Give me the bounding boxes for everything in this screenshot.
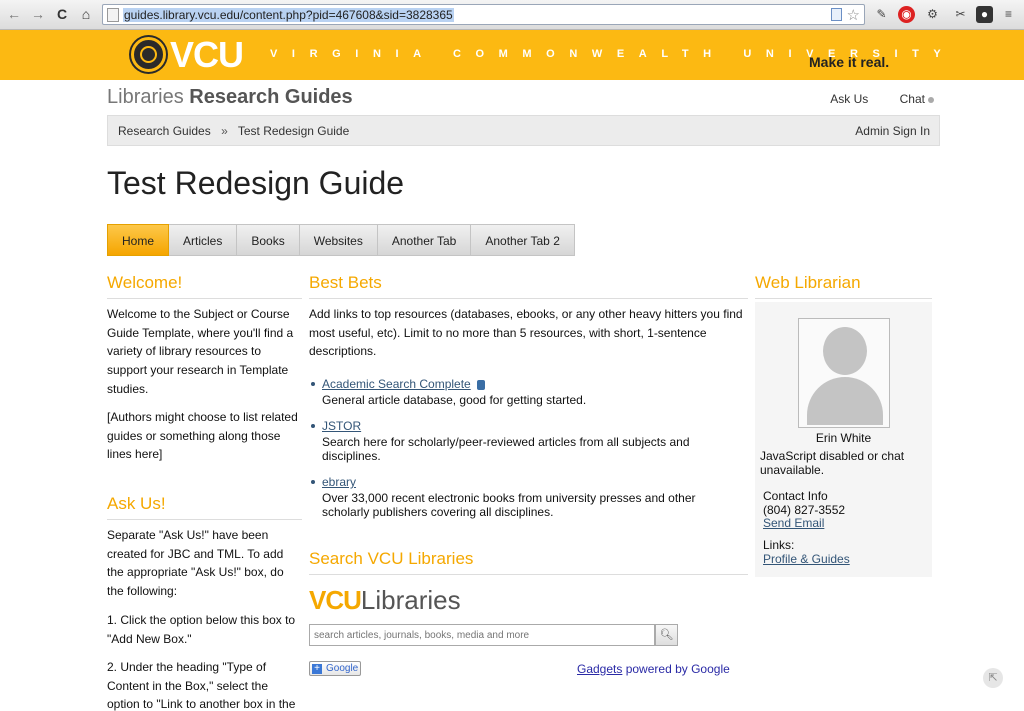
search-button[interactable]: 🔍︎ <box>655 624 678 646</box>
best-bets-heading: Best Bets <box>309 273 748 299</box>
star-icon[interactable]: ☆ <box>847 6 860 24</box>
bullet-icon <box>311 424 315 428</box>
best-bets-intro: Add links to top resources (databases, e… <box>309 307 743 359</box>
list-item: Academic Search Complete General article… <box>322 377 742 407</box>
librarian-name: Erin White <box>815 431 872 445</box>
home-icon[interactable]: ⌂ <box>78 6 94 22</box>
page-title: Test Redesign Guide <box>107 165 405 201</box>
plus-icon: + <box>312 664 322 674</box>
scroll-to-top-icon[interactable]: ⇱ <box>983 668 1003 688</box>
contact-label: Contact Info <box>763 489 828 503</box>
vcu-banner: VCU VIRGINIA COMMONWEALTH UNIVERSITY Mak… <box>0 30 1024 80</box>
welcome-heading: Welcome! <box>107 273 302 299</box>
pin-extension-icon[interactable]: ✎ <box>873 6 890 23</box>
top-links: Ask Us Chat <box>816 92 934 106</box>
guide-tabs: Home Articles Books Websites Another Tab… <box>107 224 575 256</box>
phone-number: (804) 827-3552 <box>763 502 846 517</box>
chat-status-icon <box>928 96 934 103</box>
bullet-icon <box>311 382 315 386</box>
vcu-libraries-logo[interactable]: VCULibraries <box>309 585 461 616</box>
library-search-input[interactable] <box>310 625 650 645</box>
adblock-extension-icon[interactable]: ◉ <box>898 6 915 23</box>
list-item: JSTOR Search here for scholarly/peer-rev… <box>322 419 742 463</box>
academic-search-complete-link[interactable]: Academic Search Complete <box>322 377 471 391</box>
avatar <box>798 318 890 428</box>
ask-us-link[interactable]: Ask Us <box>830 92 868 106</box>
vcu-logo[interactable]: VCU <box>170 34 244 76</box>
welcome-note: [Authors might choose to list related gu… <box>107 410 298 462</box>
resource-description: General article database, good for getti… <box>322 393 587 407</box>
reload-icon[interactable]: C <box>54 6 70 22</box>
web-librarian-heading: Web Librarian <box>755 273 932 299</box>
tab-another[interactable]: Another Tab <box>377 224 472 256</box>
jstor-link[interactable]: JSTOR <box>322 419 361 433</box>
address-bar[interactable]: guides.library.vcu.edu/content.php?pid=4… <box>102 4 865 25</box>
tool-extension-icon[interactable]: ⚙ <box>924 6 941 23</box>
gadgets-credit: Gadgets powered by Google <box>577 662 730 676</box>
breadcrumb-item[interactable]: Research Guides <box>118 124 211 138</box>
person-head-icon <box>823 327 867 375</box>
tab-articles[interactable]: Articles <box>169 224 238 256</box>
breadcrumb-separator: » <box>221 124 228 138</box>
links-label: Links: <box>763 538 795 552</box>
ask-us-text: Separate "Ask Us!" have been created for… <box>107 528 284 599</box>
resource-description: Over 33,000 recent electronic books from… <box>322 491 696 519</box>
mask-extension-icon[interactable]: ● <box>976 6 993 23</box>
tab-books[interactable]: Books <box>237 224 300 256</box>
chat-link[interactable]: Chat <box>886 92 934 106</box>
info-icon[interactable] <box>476 379 485 390</box>
script-extension-icon[interactable]: ✂ <box>952 6 969 23</box>
ask-us-heading: Ask Us! <box>107 494 302 520</box>
menu-icon[interactable]: ≡ <box>1000 6 1017 23</box>
url-text[interactable]: guides.library.vcu.edu/content.php?pid=4… <box>123 8 454 22</box>
chat-status: JavaScript disabled or chat unavailable. <box>760 449 905 477</box>
tab-another-2[interactable]: Another Tab 2 <box>471 224 575 256</box>
breadcrumb-item: Test Redesign Guide <box>237 124 350 138</box>
back-icon[interactable]: ← <box>6 6 22 22</box>
welcome-text: Welcome to the Subject or Course Guide T… <box>107 307 294 396</box>
search-icon: 🔍︎ <box>659 629 674 641</box>
library-search-field[interactable] <box>309 624 655 646</box>
bookmark-page-icon[interactable] <box>831 8 842 21</box>
vcu-slogan[interactable]: Make it real. <box>809 54 889 70</box>
gadgets-link[interactable]: Gadgets <box>577 662 622 676</box>
profile-guides-link[interactable]: Profile & Guides <box>763 552 850 566</box>
send-email-link[interactable]: Send Email <box>763 516 824 530</box>
search-heading: Search VCU Libraries <box>309 549 748 575</box>
tab-home[interactable]: Home <box>107 224 170 256</box>
ask-us-step-2: 2. Under the heading "Type of Content in… <box>107 660 296 711</box>
forward-icon[interactable]: → <box>30 6 46 22</box>
browser-toolbar: ← → C ⌂ guides.library.vcu.edu/content.p… <box>0 0 1024 30</box>
bullet-icon <box>311 480 315 484</box>
admin-sign-in-link[interactable]: Admin Sign In <box>855 124 930 138</box>
tab-websites[interactable]: Websites <box>299 224 378 256</box>
ask-us-step-1: 1. Click the option below this box to "A… <box>107 613 296 646</box>
list-item: ebrary Over 33,000 recent electronic boo… <box>322 475 742 519</box>
add-to-google-button[interactable]: + Google <box>309 661 361 676</box>
breadcrumb: Research Guides » Test Redesign Guide Ad… <box>107 115 940 146</box>
page-icon <box>107 8 119 22</box>
vcu-seal-icon[interactable] <box>131 37 166 72</box>
ebrary-link[interactable]: ebrary <box>322 475 356 489</box>
person-body-icon <box>807 377 883 425</box>
resource-description: Search here for scholarly/peer-reviewed … <box>322 435 690 463</box>
contact-info: Contact Info (804) 827-3552 Send Email <box>763 489 928 531</box>
links-section: Links: Profile & Guides <box>763 538 928 566</box>
libraries-title[interactable]: Libraries Research Guides <box>107 86 353 109</box>
